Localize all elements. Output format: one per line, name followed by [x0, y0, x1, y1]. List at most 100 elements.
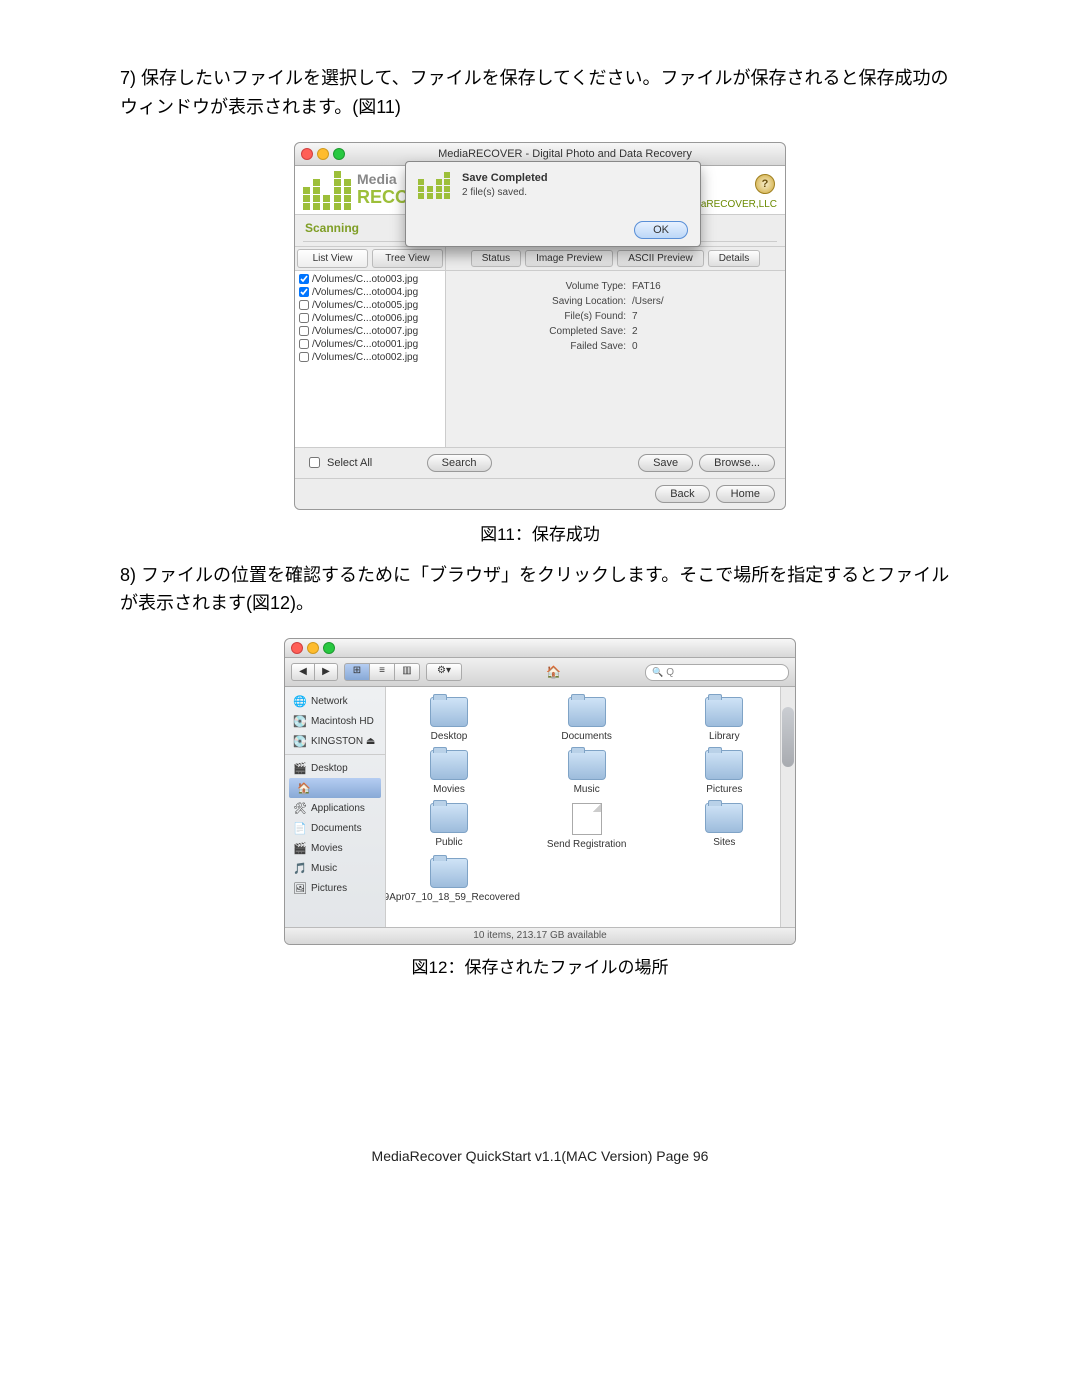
- sidebar-item[interactable]: 🛠Applications: [285, 798, 385, 818]
- status-line: Completed Save:2: [446, 324, 785, 339]
- dialog-title: Save Completed: [462, 172, 548, 184]
- file-checkbox[interactable]: [299, 313, 309, 323]
- sidebar-item[interactable]: 🎬Movies: [285, 838, 385, 858]
- file-row[interactable]: /Volumes/C...oto004.jpg: [297, 286, 443, 299]
- save-button[interactable]: Save: [638, 454, 693, 472]
- icon-view-button[interactable]: ⊞: [344, 663, 370, 681]
- finder-item[interactable]: Movies: [394, 750, 504, 795]
- folder-icon: [568, 750, 606, 780]
- sidebar-icon: 🛠: [293, 801, 307, 815]
- mediarecover-window: MediaRECOVER - Digital Photo and Data Re…: [294, 142, 786, 510]
- sidebar-label: Desktop: [311, 763, 348, 774]
- sidebar-item[interactable]: 🎵 Music: [285, 858, 385, 878]
- item-label: Documents: [561, 731, 612, 742]
- select-all-checkbox[interactable]: Select All: [305, 454, 372, 471]
- ok-button[interactable]: OK: [634, 221, 688, 239]
- sidebar-item[interactable]: 🏠: [289, 778, 381, 798]
- list-view-button[interactable]: ≡: [370, 663, 395, 681]
- sidebar-item[interactable]: 🎬 Desktop: [285, 758, 385, 778]
- sidebar-label: Documents: [311, 823, 362, 834]
- column-view-button[interactable]: ▥: [395, 663, 420, 681]
- finder-titlebar[interactable]: [285, 639, 795, 658]
- item-label: Public: [435, 837, 462, 848]
- file-checkbox[interactable]: [299, 274, 309, 284]
- file-name-label: /Volumes/C...oto004.jpg: [312, 287, 418, 298]
- tab-list-view[interactable]: List View: [297, 249, 368, 268]
- finder-content: Desktop Documents Library Movies Music Pictur…: [386, 687, 795, 927]
- sidebar-item[interactable]: 🖼Pictures: [285, 878, 385, 898]
- sidebar-icon: 🎵: [293, 861, 307, 875]
- folder-icon: [568, 697, 606, 727]
- item-label: Movies: [433, 784, 465, 795]
- tab-details[interactable]: Details: [708, 250, 761, 267]
- file-checkbox[interactable]: [299, 326, 309, 336]
- select-all-label: Select All: [327, 457, 372, 469]
- sidebar-label: Music: [311, 863, 337, 874]
- minimize-icon[interactable]: [307, 642, 319, 654]
- file-row[interactable]: /Volumes/C...oto001.jpg: [297, 338, 443, 351]
- file-row[interactable]: /Volumes/C...oto005.jpg: [297, 299, 443, 312]
- file-name-label: /Volumes/C...oto003.jpg: [312, 274, 418, 285]
- file-row[interactable]: /Volumes/C...oto003.jpg: [297, 273, 443, 286]
- search-button[interactable]: Search: [427, 454, 492, 472]
- sidebar-icon: 💽: [293, 714, 307, 728]
- view-segment[interactable]: ⊞ ≡ ▥: [344, 663, 420, 681]
- tab-image-preview[interactable]: Image Preview: [525, 250, 613, 267]
- home-button[interactable]: Home: [716, 485, 775, 503]
- item-label: Send Registration: [547, 839, 627, 850]
- tab-status[interactable]: Status: [471, 250, 521, 267]
- sidebar-label: KINGSTON ⏏: [311, 736, 375, 747]
- folder-icon: [430, 858, 468, 888]
- file-checkbox[interactable]: [299, 300, 309, 310]
- search-field[interactable]: Q: [645, 664, 789, 681]
- action-menu-button[interactable]: ⚙▾: [426, 663, 462, 681]
- file-row[interactable]: /Volumes/C...oto006.jpg: [297, 312, 443, 325]
- finder-toolbar: ◀ ▶ ⊞ ≡ ▥ ⚙▾ 🏠 Q: [285, 658, 795, 687]
- tab-ascii-preview[interactable]: ASCII Preview: [617, 250, 703, 267]
- close-icon[interactable]: [301, 148, 313, 160]
- nav-buttons[interactable]: ◀ ▶: [291, 663, 338, 681]
- finder-item[interactable]: Pictures: [669, 750, 779, 795]
- finder-item[interactable]: Sites: [669, 803, 779, 850]
- help-button[interactable]: ?: [755, 174, 775, 194]
- folder-icon: [430, 750, 468, 780]
- back-nav-button[interactable]: ◀: [291, 663, 315, 681]
- window-title: MediaRECOVER - Digital Photo and Data Re…: [351, 148, 779, 160]
- close-icon[interactable]: [291, 642, 303, 654]
- finder-item[interactable]: Send Registration: [532, 803, 642, 850]
- finder-item[interactable]: 19Apr07_10_18_59_Recovered: [394, 858, 504, 903]
- finder-item[interactable]: Documents: [532, 697, 642, 742]
- tab-tree-view[interactable]: Tree View: [372, 249, 443, 268]
- folder-icon: [430, 803, 468, 833]
- finder-item[interactable]: Public: [394, 803, 504, 850]
- file-name-label: /Volumes/C...oto005.jpg: [312, 300, 418, 311]
- logo-blocks-icon: [303, 170, 353, 210]
- finder-item[interactable]: Desktop: [394, 697, 504, 742]
- finder-item[interactable]: Music: [532, 750, 642, 795]
- file-row[interactable]: /Volumes/C...oto002.jpg: [297, 351, 443, 364]
- minimize-icon[interactable]: [317, 148, 329, 160]
- file-checkbox[interactable]: [299, 287, 309, 297]
- zoom-icon[interactable]: [333, 148, 345, 160]
- file-checkbox[interactable]: [299, 339, 309, 349]
- folder-icon: [705, 803, 743, 833]
- file-checkbox[interactable]: [299, 352, 309, 362]
- file-name-label: /Volumes/C...oto001.jpg: [312, 339, 418, 350]
- scroll-thumb[interactable]: [782, 707, 794, 767]
- sidebar-icon: 🎬: [293, 761, 307, 775]
- browse-button[interactable]: Browse...: [699, 454, 775, 472]
- back-button[interactable]: Back: [655, 485, 709, 503]
- sidebar-item[interactable]: 💽KINGSTON ⏏: [285, 731, 385, 751]
- app-icon: [418, 172, 452, 206]
- zoom-icon[interactable]: [323, 642, 335, 654]
- step8-paragraph: 8) ファイルの位置を確認するために「ブラウザ」をクリックします。そこで場所を指…: [120, 561, 960, 619]
- file-row[interactable]: /Volumes/C...oto007.jpg: [297, 325, 443, 338]
- forward-nav-button[interactable]: ▶: [315, 663, 338, 681]
- sidebar-item[interactable]: 🌐Network: [285, 691, 385, 711]
- step7-paragraph: 7) 保存したいファイルを選択して、ファイルを保存してください。ファイルが保存さ…: [120, 64, 960, 122]
- sidebar-label: Movies: [311, 843, 343, 854]
- sidebar-item[interactable]: 💽Macintosh HD: [285, 711, 385, 731]
- finder-item[interactable]: Library: [669, 697, 779, 742]
- scrollbar[interactable]: [780, 687, 795, 927]
- sidebar-item[interactable]: 📄Documents: [285, 818, 385, 838]
